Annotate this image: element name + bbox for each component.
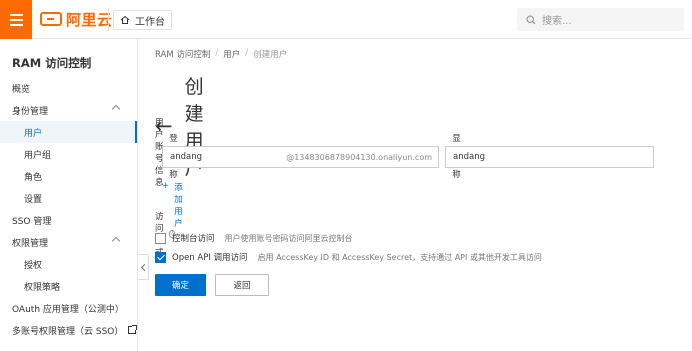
sidebar-item-roles[interactable]: 角色 [0,165,137,187]
home-icon [120,15,130,24]
search-input[interactable]: 搜索... [517,8,684,31]
api-access-checkbox[interactable] [155,251,166,263]
header-divider [108,8,109,31]
sidebar-collapse-toggle[interactable] [138,254,149,280]
sidebar-item-label: 身份管理 [12,106,49,117]
sidebar-item-sso[interactable]: SSO 管理 [0,209,137,231]
chevron-up-icon [111,236,121,246]
console-access-checkbox[interactable] [155,232,166,244]
chevron-up-icon [111,104,121,114]
api-access-desc: 启用 AccessKey ID 和 AccessKey Secret，支持通过 … [257,252,542,262]
back-button[interactable]: 返回 [215,274,269,296]
login-name-input[interactable]: andang @1348306878904130.onaliyun.com [162,146,439,168]
breadcrumb-separator: / [245,48,249,58]
sidebar-item-identity[interactable]: 身份管理 [0,99,137,121]
search-placeholder: 搜索... [542,16,572,27]
hamburger-menu-icon[interactable] [0,0,32,39]
display-name-input[interactable]: andang [445,146,654,168]
workbench-button[interactable]: 工作台 [113,10,172,30]
aliyun-logo[interactable]: 阿里云 [40,9,113,29]
add-user-label: 添加用户 [174,183,183,229]
console-access-label: 控制台访问 [172,234,215,244]
console-access-desc: 用户使用账号密码访问阿里云控制台 [224,233,353,243]
sidebar-item-grants[interactable]: 授权 [0,253,137,275]
console-access-option[interactable]: 控制台访问 用户使用账号密码访问阿里云控制台 [155,232,353,244]
sidebar-item-settings[interactable]: 设置 [0,187,137,209]
breadcrumb: RAM 访问控制 / 用户 / 创建用户 [155,48,287,60]
sidebar-item-oauth[interactable]: OAuth 应用管理（公测中） [0,297,137,319]
sidebar-item-overview[interactable]: 概览 [0,77,137,99]
breadcrumb-separator: / [215,48,219,58]
aliyun-logo-mark [40,12,62,26]
sidebar-item-policies[interactable]: 权限策略 [0,275,137,297]
breadcrumb-item-users[interactable]: 用户 [223,48,240,60]
login-name-value: andang [170,152,202,162]
workbench-label: 工作台 [135,16,165,28]
search-icon [526,14,536,24]
sidebar-item-cloud-sso[interactable]: 多账号权限管理（云 SSO） [0,319,138,341]
sidebar-item-user-groups[interactable]: 用户组 [0,143,137,165]
display-name-value: andang [453,152,485,162]
sidebar-item-label: 多账号权限管理（云 SSO） [12,326,124,337]
breadcrumb-item-current: 创建用户 [253,50,288,60]
sidebar-item-users[interactable]: 用户 [0,121,137,143]
api-access-option[interactable]: Open API 调用访问 启用 AccessKey ID 和 AccessKe… [155,251,542,263]
logo-text: 阿里云 [66,10,113,29]
sidebar-item-label: 权限管理 [12,238,49,249]
top-navbar: 阿里云 工作台 搜索... [0,0,692,39]
confirm-button[interactable]: 确定 [155,274,206,296]
external-link-icon [128,325,138,334]
sidebar-item-permissions[interactable]: 权限管理 [0,231,137,253]
sidebar-title: RAM 访问控制 [12,56,92,70]
chevron-left-icon [140,263,148,271]
login-name-suffix: @1348306878904130.onaliyun.com [286,153,432,162]
breadcrumb-item-ram[interactable]: RAM 访问控制 [155,48,210,60]
api-access-label: Open API 调用访问 [172,253,248,263]
sidebar: RAM 访问控制 概览 身份管理 用户 用户组 角色 设置 SSO 管理 权限管… [0,39,138,351]
